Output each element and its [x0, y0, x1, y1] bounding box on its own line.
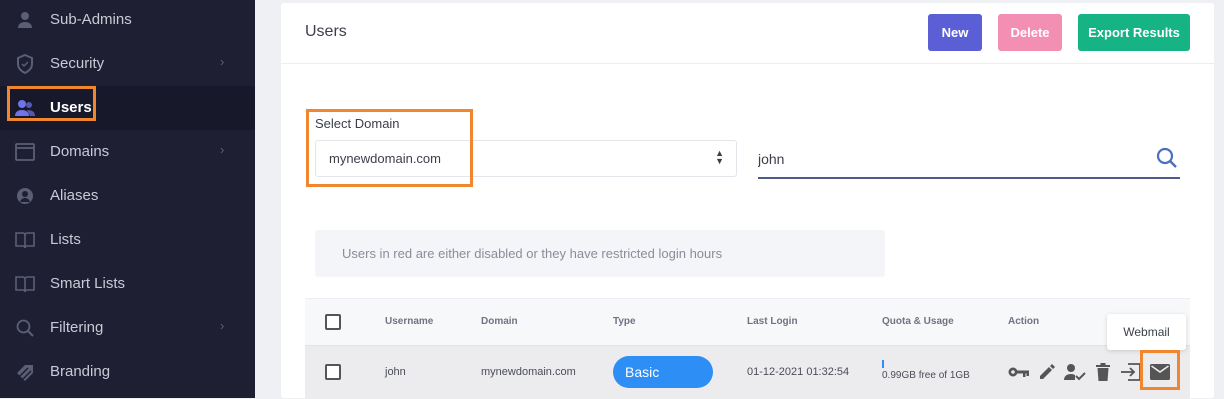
select-all-checkbox[interactable]: [325, 314, 341, 330]
sidebar-item-label: Lists: [50, 231, 81, 248]
webmail-highlight-box: [1140, 350, 1180, 390]
info-notice: Users in red are either disabled or they…: [315, 230, 885, 277]
book-icon: [15, 230, 35, 250]
window-icon: [15, 142, 35, 162]
edit-icon[interactable]: [1035, 360, 1059, 384]
sidebar-item-filtering[interactable]: Filtering ›: [0, 306, 255, 350]
chevron-right-icon: ›: [220, 54, 225, 69]
webmail-tooltip: Webmail: [1107, 314, 1186, 350]
page-title: Users: [305, 23, 347, 40]
sidebar-item-label: Branding: [50, 363, 111, 380]
sidebar-item-label: Aliases: [50, 187, 99, 204]
sidebar-item-smart-lists[interactable]: Smart Lists: [0, 262, 255, 306]
info-text: Users in red are either disabled or they…: [342, 246, 723, 261]
cell-username[interactable]: john: [385, 366, 406, 378]
trash-icon[interactable]: [1091, 360, 1115, 384]
sidebar-item-label: Sub-Admins: [50, 11, 132, 28]
search-input[interactable]: [758, 149, 1138, 169]
header-username[interactable]: Username: [385, 316, 433, 327]
table-row: john mynewdomain.com Basic 01-12-2021 01…: [305, 345, 1190, 399]
new-button[interactable]: New: [928, 14, 982, 51]
person-icon: [15, 10, 35, 30]
header-type[interactable]: Type: [613, 316, 636, 327]
alias-icon: [15, 186, 35, 206]
sidebar-item-sub-admins[interactable]: Sub-Admins: [0, 0, 255, 42]
key-icon[interactable]: [1007, 360, 1031, 384]
header-domain[interactable]: Domain: [481, 316, 518, 327]
sidebar: Sub-Admins Security › Users Domains › Al…: [0, 0, 255, 398]
search-icon: [15, 318, 35, 338]
brand-icon: [15, 362, 35, 382]
search-icon[interactable]: [1156, 147, 1180, 171]
sidebar-item-label: Domains: [50, 143, 110, 160]
cell-domain: mynewdomain.com: [481, 366, 576, 378]
users-card: Users New Delete Export Results Select D…: [281, 3, 1214, 399]
chevron-right-icon: ›: [220, 142, 225, 157]
sidebar-item-lists[interactable]: Lists: [0, 218, 255, 262]
sidebar-item-label: Security: [50, 55, 105, 72]
chevron-right-icon: ›: [220, 318, 225, 333]
card-header: Users New Delete Export Results: [281, 3, 1214, 64]
sidebar-item-security[interactable]: Security ›: [0, 42, 255, 86]
type-badge: Basic: [613, 356, 713, 388]
sidebar-item-aliases[interactable]: Aliases: [0, 174, 255, 218]
search-field: [758, 143, 1180, 179]
sidebar-item-domains[interactable]: Domains ›: [0, 130, 255, 174]
sidebar-item-branding[interactable]: Branding: [0, 350, 255, 394]
sidebar-item-label: Smart Lists: [50, 275, 126, 292]
domain-highlight-box: [306, 109, 473, 187]
book-icon: [15, 274, 35, 294]
table-header: Username Domain Type Last Login Quota & …: [305, 298, 1190, 346]
header-last-login[interactable]: Last Login: [747, 316, 798, 327]
header-action: Action: [1008, 316, 1040, 327]
row-checkbox[interactable]: [325, 364, 341, 380]
delete-button[interactable]: Delete: [998, 14, 1062, 51]
shield-icon: [15, 54, 35, 74]
user-check-icon[interactable]: [1063, 360, 1087, 384]
export-results-button[interactable]: Export Results: [1078, 14, 1190, 51]
cell-quota: 0.99GB free of 1GB: [882, 370, 970, 381]
cell-last-login: 01-12-2021 01:32:54: [747, 366, 850, 378]
users-highlight-box: [7, 86, 96, 121]
header-quota[interactable]: Quota & Usage: [882, 316, 954, 327]
select-arrows-icon: ▲ ▼: [715, 148, 724, 166]
quota-usage-bar: [882, 360, 884, 368]
sidebar-item-label: Filtering: [50, 319, 104, 336]
